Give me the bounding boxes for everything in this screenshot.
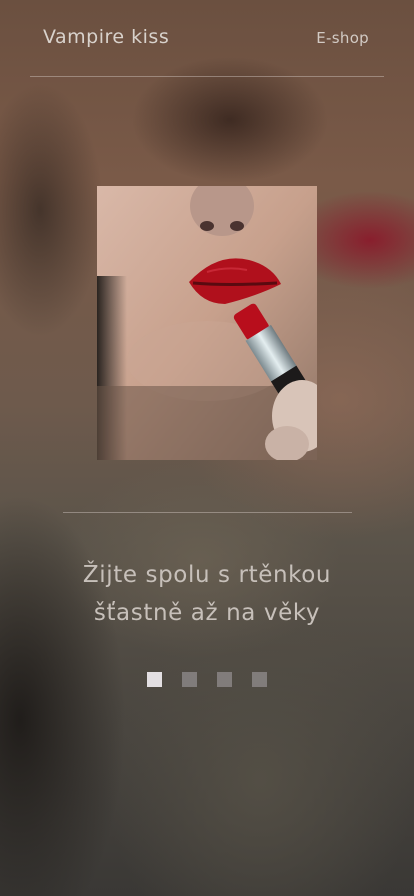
tagline-line-1: Žijte spolu s rtěnkou: [82, 562, 332, 588]
eshop-link[interactable]: E-shop: [316, 29, 369, 47]
hero-tagline: Žijte spolu s rtěnkou šťastně až na věky: [0, 556, 414, 632]
brand-logo[interactable]: Vampire kiss: [43, 26, 169, 48]
slide-dot-2[interactable]: [182, 672, 197, 687]
site-header: Vampire kiss E-shop: [0, 0, 414, 77]
lipstick-portrait-image: [97, 186, 317, 460]
tagline-line-2: šťastně až na věky: [93, 600, 321, 626]
slider-pagination: [147, 672, 267, 687]
header-divider: [30, 76, 384, 77]
slide-dot-3[interactable]: [217, 672, 232, 687]
hero-photo: [97, 186, 317, 460]
slide-dot-1[interactable]: [147, 672, 162, 687]
content-divider: [63, 512, 352, 513]
slide-dot-4[interactable]: [252, 672, 267, 687]
